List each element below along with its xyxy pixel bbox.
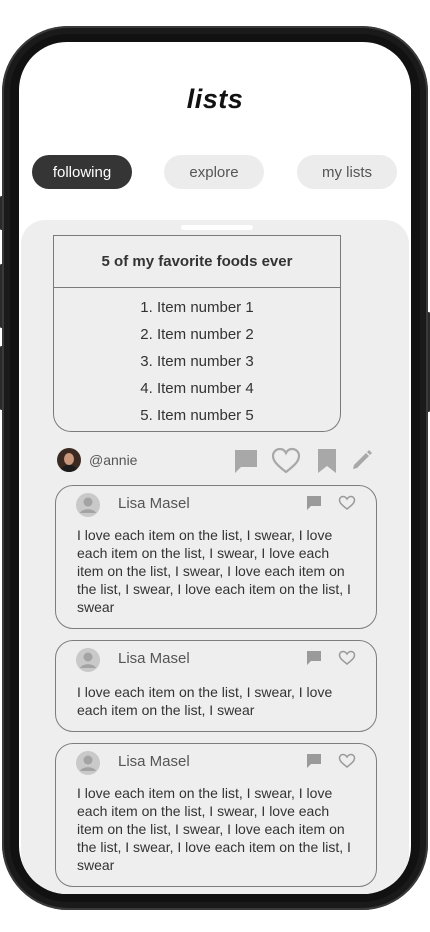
comment-text: I love each item on the list, I swear, I… bbox=[77, 527, 351, 615]
like-heart-icon[interactable] bbox=[338, 753, 356, 769]
comment-actions bbox=[306, 495, 356, 516]
list-item: 1. Item number 1 bbox=[140, 299, 254, 316]
comment-actions bbox=[306, 650, 356, 671]
post-meta-row: @annie bbox=[57, 447, 372, 475]
list-item: 4. Item number 4 bbox=[140, 380, 254, 397]
like-heart-icon[interactable] bbox=[338, 495, 356, 511]
app-screen: lists following explore my lists 5 of my… bbox=[19, 42, 411, 894]
post-username[interactable]: @annie bbox=[89, 452, 137, 468]
tab-following[interactable]: following bbox=[32, 155, 132, 189]
list-card-title: 5 of my favorite foods ever bbox=[54, 235, 340, 288]
comment-card[interactable]: Lisa Masel I love each item on the list,… bbox=[55, 743, 377, 887]
comment-card[interactable]: Lisa Masel I love each item on the list,… bbox=[55, 640, 377, 732]
comment-card[interactable]: Lisa Masel I love each item on the list,… bbox=[55, 485, 377, 629]
reply-icon[interactable] bbox=[306, 753, 322, 769]
heart-icon[interactable] bbox=[271, 447, 301, 475]
reply-icon[interactable] bbox=[306, 650, 322, 666]
tab-explore[interactable]: explore bbox=[164, 155, 264, 189]
comment-actions bbox=[306, 753, 356, 774]
comment-author: Lisa Masel bbox=[118, 753, 190, 770]
comment-text: I love each item on the list, I swear, I… bbox=[77, 785, 351, 873]
tab-bar: following explore my lists bbox=[19, 155, 411, 189]
list-item: 3. Item number 3 bbox=[140, 353, 254, 370]
edit-icon[interactable] bbox=[351, 449, 373, 471]
comment-icon[interactable] bbox=[233, 448, 259, 474]
tab-my-lists[interactable]: my lists bbox=[297, 155, 397, 189]
list-item: 2. Item number 2 bbox=[140, 326, 254, 343]
user-avatar-icon bbox=[76, 493, 100, 517]
feed-sheet[interactable]: 5 of my favorite foods ever 1. Item numb… bbox=[21, 220, 409, 894]
avatar[interactable] bbox=[57, 448, 81, 472]
reply-icon[interactable] bbox=[306, 495, 322, 511]
page-title: lists bbox=[186, 84, 244, 114]
comment-text: I love each item on the list, I swear, I… bbox=[77, 684, 333, 718]
list-items: 1. Item number 1 2. Item number 2 3. Ite… bbox=[54, 288, 340, 429]
comment-author: Lisa Masel bbox=[118, 650, 190, 667]
user-avatar-icon bbox=[76, 648, 100, 672]
comment-author: Lisa Masel bbox=[118, 495, 190, 512]
like-heart-icon[interactable] bbox=[338, 650, 356, 666]
user-avatar-icon bbox=[76, 751, 100, 775]
bookmark-icon[interactable] bbox=[317, 448, 337, 474]
list-card[interactable]: 5 of my favorite foods ever 1. Item numb… bbox=[53, 235, 341, 432]
list-item: 5. Item number 5 bbox=[140, 407, 254, 424]
sheet-drag-handle[interactable] bbox=[181, 225, 253, 230]
